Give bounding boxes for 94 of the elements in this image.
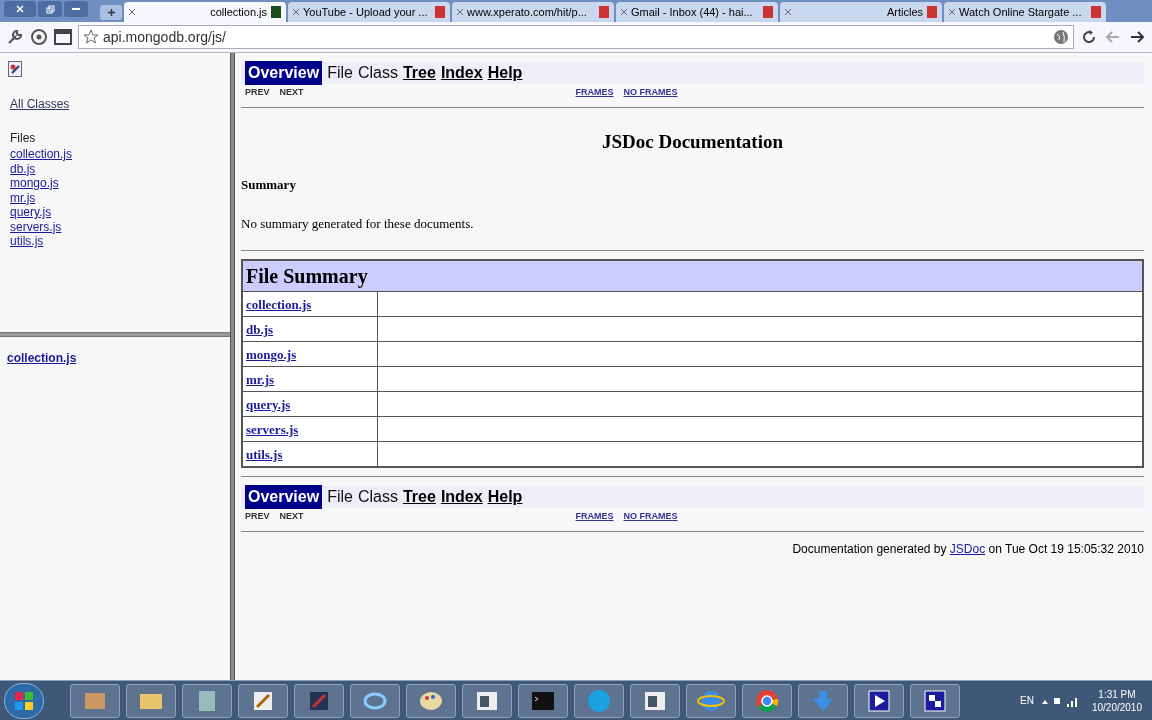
file-link[interactable]: servers.js <box>10 219 62 234</box>
notepad-icon[interactable] <box>182 683 232 718</box>
prev-label: PREV <box>245 509 270 523</box>
close-icon[interactable] <box>620 8 628 16</box>
file-link[interactable]: mr.js <box>10 190 36 205</box>
prev-label: PREV <box>245 86 270 100</box>
nav-current: Overview <box>245 484 323 509</box>
file-link[interactable]: utils.js <box>246 446 283 462</box>
document-icon <box>8 61 22 77</box>
tab-title: Articles <box>885 4 923 20</box>
file-link[interactable]: collection.js <box>10 147 73 162</box>
file-link[interactable]: mr.js <box>246 371 275 387</box>
page-icon <box>762 6 774 18</box>
close-icon[interactable] <box>784 8 792 16</box>
browser-tab[interactable]: www.xperato.com/hit/p... <box>452 2 614 22</box>
nav-link[interactable]: Help <box>487 484 523 509</box>
next-label: NEXT <box>279 86 304 100</box>
tab-title: Gmail - Inbox (44) - hai... <box>631 4 754 20</box>
window-icon[interactable] <box>462 683 512 718</box>
page-icon <box>1090 6 1102 18</box>
nav-label: Class <box>357 63 398 83</box>
table-heading: File Summary <box>242 259 1143 291</box>
nav-link[interactable]: Tree <box>402 484 436 509</box>
page-icon <box>926 6 938 18</box>
browser-tab[interactable]: Watch Online Stargate ... <box>944 2 1106 22</box>
window-icon[interactable] <box>630 683 680 718</box>
browser-tab[interactable]: Articles <box>780 2 942 22</box>
nav-label: Class <box>357 486 398 507</box>
tab-title: www.xperato.com/hit/p... <box>467 4 588 20</box>
nav-link[interactable]: Help <box>487 61 523 85</box>
close-window-button[interactable] <box>4 1 36 17</box>
summary-text: No summary generated for these documents. <box>241 215 475 233</box>
language-indicator[interactable]: EN <box>1020 693 1034 708</box>
tab-title: collection.js <box>209 4 267 20</box>
nav-link[interactable]: Index <box>440 61 483 85</box>
no-frames-link[interactable]: NO FRAMES <box>623 509 678 524</box>
reload-icon[interactable] <box>1080 28 1098 46</box>
frames-link[interactable]: FRAMES <box>575 509 614 524</box>
download-icon[interactable] <box>798 683 848 718</box>
chrome-icon[interactable] <box>742 683 792 718</box>
all-classes-link[interactable]: All Classes <box>10 95 70 113</box>
file-link[interactable]: db.js <box>10 161 36 176</box>
folder-icon[interactable] <box>126 683 176 718</box>
nav-label: File <box>327 63 353 83</box>
tab-title: YouTube - Upload your ... <box>303 4 429 20</box>
footer-text: Documentation generated by JSDoc on Tue Oct 19 15:05:32 2010 <box>792 540 1144 558</box>
browser-tab[interactable]: YouTube - Upload your ... <box>288 2 450 22</box>
file-link[interactable]: mongo.js <box>10 176 59 191</box>
restore-window-button[interactable] <box>38 1 62 17</box>
file-link[interactable]: db.js <box>246 321 274 337</box>
nav-link[interactable]: Tree <box>402 61 436 85</box>
jsdoc-link[interactable]: JSDoc <box>949 541 986 556</box>
current-file-link[interactable]: collection.js <box>7 351 77 365</box>
play-icon[interactable] <box>854 683 904 718</box>
close-icon[interactable] <box>456 8 464 16</box>
close-icon[interactable] <box>128 8 136 16</box>
page-icon <box>598 6 610 18</box>
close-icon <box>16 5 24 13</box>
windows-logo-icon <box>14 690 34 711</box>
terminal-icon[interactable] <box>518 683 568 718</box>
tab-title: Watch Online Stargate ... <box>959 4 1083 20</box>
pencil-icon[interactable] <box>238 683 288 718</box>
nav-current: Overview <box>245 61 323 85</box>
star-icon[interactable] <box>83 29 99 45</box>
browser-tab[interactable]: Gmail - Inbox (44) - hai... <box>616 2 778 22</box>
frames-link[interactable]: FRAMES <box>575 86 614 100</box>
page-icon <box>434 6 446 18</box>
file-link[interactable]: query.js <box>10 205 52 220</box>
close-icon[interactable] <box>292 8 300 16</box>
next-label: NEXT <box>279 509 304 523</box>
palette-icon[interactable] <box>406 683 456 718</box>
window-icon[interactable] <box>54 28 72 46</box>
files-heading: Files <box>10 130 37 147</box>
file-link[interactable]: utils.js <box>10 234 44 249</box>
clock-time: 1:31 PM <box>1098 687 1136 701</box>
wrench-icon[interactable] <box>6 28 24 46</box>
nav-label: File <box>327 486 353 507</box>
app-icon[interactable] <box>910 683 960 718</box>
close-icon[interactable] <box>948 8 956 16</box>
browser-tab[interactable]: collection.js <box>124 2 286 22</box>
page-icon <box>270 6 282 18</box>
minimize-window-button[interactable] <box>64 1 88 17</box>
summary-heading: Summary <box>241 175 297 194</box>
nav-link[interactable]: Index <box>440 484 483 509</box>
new-tab-button[interactable] <box>100 5 122 20</box>
start-button[interactable] <box>4 682 44 719</box>
address-field[interactable]: api.mongodb.org/js/ <box>78 25 1074 49</box>
no-frames-link[interactable]: NO FRAMES <box>623 86 678 100</box>
plus-icon <box>106 8 116 17</box>
restore-icon <box>45 4 55 14</box>
clock-date: 10/20/2010 <box>1091 700 1142 714</box>
globe-icon <box>1053 29 1069 45</box>
page-title: JSDoc Documentation <box>601 130 784 154</box>
minimize-icon <box>72 8 80 10</box>
